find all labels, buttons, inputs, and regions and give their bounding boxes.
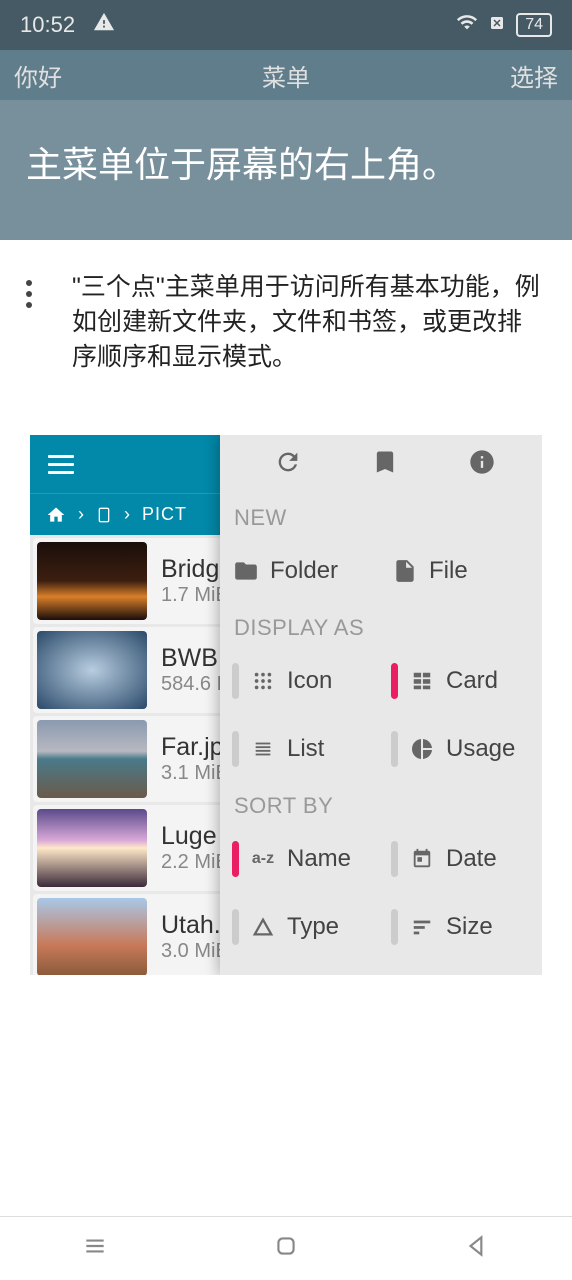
sort-alpha-icon: a-z [249, 845, 277, 873]
file-thumbnail [37, 898, 147, 975]
description-text: "三个点"主菜单用于访问所有基本功能，例如创建新文件夹，文件和书签，或更改排序顺… [72, 270, 546, 375]
menu-label: File [429, 557, 468, 585]
device-icon [96, 504, 112, 526]
signal-icon [488, 12, 506, 38]
overflow-menu-icon [26, 280, 32, 375]
pie-chart-icon [408, 735, 436, 763]
header-right-button[interactable]: 选择 [510, 58, 558, 93]
sort-size-icon [408, 913, 436, 941]
menu-display-usage[interactable]: Usage [387, 717, 542, 781]
home-icon [46, 505, 66, 525]
warning-icon [93, 11, 115, 39]
menu-label: Usage [446, 735, 515, 763]
card-grid-icon [408, 667, 436, 695]
file-size: 3.1 MiB [161, 762, 227, 785]
system-nav-bar [0, 1216, 572, 1280]
menu-sort-date[interactable]: Date [387, 827, 542, 891]
file-thumbnail [37, 631, 147, 709]
overflow-menu-panel: NEW Folder File DISPLAY AS [220, 435, 542, 975]
nav-home-button[interactable] [273, 1233, 299, 1264]
file-item[interactable]: Luge 2.2 MiB [33, 805, 227, 891]
section-new-label: NEW [220, 493, 542, 539]
menu-label: Date [446, 845, 497, 873]
menu-label: Size [446, 913, 493, 941]
file-item[interactable]: Bridg 1.7 MiB [33, 538, 227, 624]
file-name: Utah. [161, 911, 227, 940]
menu-sort-size[interactable]: Size [387, 895, 542, 959]
file-thumbnail [37, 542, 147, 620]
breadcrumb[interactable]: › › PICT [30, 493, 230, 535]
file-item[interactable]: Far.jp 3.1 MiB [33, 716, 227, 802]
file-list: Bridg 1.7 MiB BWB. 584.6 K Far.jp 3.1 Mi… [30, 538, 230, 975]
file-name: Luge [161, 822, 227, 851]
file-item[interactable]: Utah. 3.0 MiB [33, 894, 227, 975]
chevron-right-icon: › [78, 504, 84, 525]
breadcrumb-label: PICT [142, 504, 187, 525]
hamburger-icon[interactable] [48, 455, 74, 474]
battery-icon: 74 [516, 13, 552, 37]
description-row: "三个点"主菜单用于访问所有基本功能，例如创建新文件夹，文件和书签，或更改排序顺… [0, 240, 572, 395]
nav-back-button[interactable] [464, 1233, 490, 1264]
menu-label: Name [287, 845, 351, 873]
file-item[interactable]: BWB. 584.6 K [33, 627, 227, 713]
file-size: 1.7 MiB [161, 584, 227, 607]
menu-display-card[interactable]: Card [387, 649, 542, 713]
file-thumbnail [37, 809, 147, 887]
file-name: BWB. [161, 644, 227, 673]
menu-display-list[interactable]: List [228, 717, 383, 781]
menu-label: Icon [287, 667, 332, 695]
status-time: 10:52 [20, 12, 75, 38]
file-thumbnail [37, 720, 147, 798]
list-icon [249, 735, 277, 763]
file-browser-header [30, 435, 230, 493]
wifi-icon [456, 11, 478, 39]
menu-new-file[interactable]: File [387, 539, 542, 603]
menu-label: Card [446, 667, 498, 695]
menu-label: Type [287, 913, 339, 941]
file-name: Bridg [161, 555, 227, 584]
menu-top-actions [220, 435, 542, 493]
screenshot-preview: › › PICT Bridg 1.7 MiB BWB. 584.6 K [30, 435, 542, 975]
refresh-icon[interactable] [274, 448, 302, 481]
hero-section: 主菜单位于屏幕的右上角。 [0, 100, 572, 240]
bookmark-icon[interactable] [371, 448, 399, 481]
grid-dots-icon [249, 667, 277, 695]
file-browser-panel: › › PICT Bridg 1.7 MiB BWB. 584.6 K [30, 435, 230, 975]
file-size: 584.6 K [161, 673, 227, 696]
calendar-icon [408, 845, 436, 873]
header-left-button[interactable]: 你好 [14, 58, 62, 93]
nav-recent-button[interactable] [82, 1233, 108, 1264]
section-display-label: DISPLAY AS [220, 603, 542, 649]
status-bar: 10:52 74 [0, 0, 572, 50]
hero-text: 主菜单位于屏幕的右上角。 [26, 140, 546, 190]
file-name: Far.jp [161, 733, 227, 762]
header-bar: 你好 菜单 选择 [0, 50, 572, 100]
file-icon [391, 557, 419, 585]
menu-new-folder[interactable]: Folder [228, 539, 383, 603]
header-title: 菜单 [262, 58, 310, 93]
menu-sort-type[interactable]: Type [228, 895, 383, 959]
chevron-right-icon: › [124, 504, 130, 525]
file-size: 3.0 MiB [161, 940, 227, 963]
menu-sort-name[interactable]: a-z Name [228, 827, 383, 891]
info-icon[interactable] [468, 448, 496, 481]
menu-label: Folder [270, 557, 338, 585]
triangle-icon [249, 913, 277, 941]
file-size: 2.2 MiB [161, 851, 227, 874]
menu-display-icon[interactable]: Icon [228, 649, 383, 713]
folder-icon [232, 557, 260, 585]
menu-label: List [287, 735, 324, 763]
section-sort-label: SORT BY [220, 781, 542, 827]
